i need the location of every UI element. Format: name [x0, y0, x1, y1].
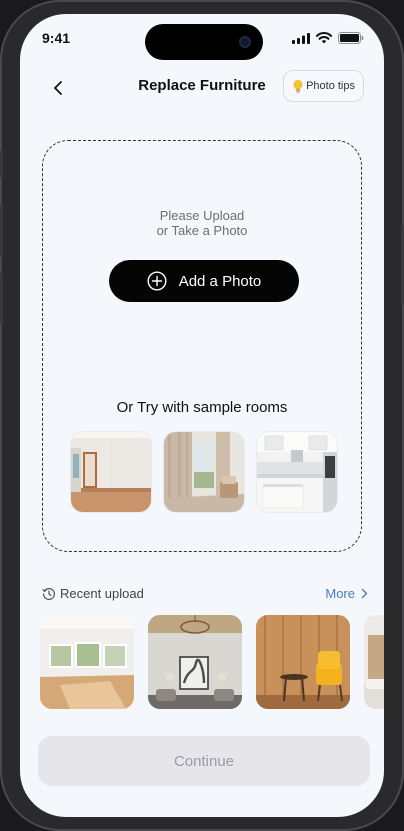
sample-room-empty[interactable]	[71, 432, 151, 512]
sample-rooms-list	[71, 432, 337, 512]
mute-switch	[0, 150, 3, 178]
add-photo-label: Add a Photo	[178, 272, 262, 290]
volume-up-button	[0, 205, 3, 257]
upload-prompt: Please Upload or Take a Photo	[43, 208, 361, 238]
status-icons	[292, 32, 364, 44]
sample-rooms-heading: Or Try with sample rooms	[116, 399, 288, 416]
recent-upload-label: Recent upload	[60, 586, 144, 601]
room-image	[364, 615, 384, 709]
lightbulb-icon	[293, 79, 303, 93]
dynamic-island	[145, 24, 263, 60]
wifi-icon	[316, 32, 332, 44]
kitchen-image	[257, 432, 337, 512]
plus-circle-icon	[147, 271, 167, 291]
status-time: 9:41	[42, 30, 71, 46]
more-label: More	[325, 586, 355, 601]
recent-upload-item[interactable]	[40, 615, 134, 709]
photo-tips-label: Photo tips	[306, 80, 355, 92]
battery-icon	[338, 32, 364, 44]
add-photo-button[interactable]: Add a Photo	[109, 260, 299, 302]
recent-upload-list	[40, 615, 384, 709]
recent-upload-item[interactable]	[148, 615, 242, 709]
sample-room-kitchen[interactable]	[257, 432, 337, 512]
chevron-right-icon	[361, 588, 368, 599]
volume-down-button	[0, 272, 3, 324]
recent-upload-item[interactable]	[364, 615, 384, 709]
sunlit-room-image	[40, 615, 134, 709]
camera-icon	[239, 36, 251, 48]
armchair-room-image	[256, 615, 350, 709]
continue-button[interactable]: Continue	[38, 736, 370, 786]
recent-upload-header: Recent upload	[42, 586, 144, 601]
sample-room-living[interactable]	[164, 432, 244, 512]
empty-room-image	[71, 432, 151, 512]
upload-area[interactable]: Please Upload or Take a Photo Add a Phot…	[42, 140, 362, 552]
cellular-signal-icon	[292, 32, 310, 44]
living-room-image	[164, 432, 244, 512]
more-link[interactable]: More	[325, 586, 368, 601]
recent-upload-item[interactable]	[256, 615, 350, 709]
lounge-room-image	[148, 615, 242, 709]
photo-tips-button[interactable]: Photo tips	[283, 70, 364, 102]
history-icon	[42, 587, 55, 600]
upload-prompt-line2: or Take a Photo	[156, 223, 248, 238]
screen: 9:41 Replace Furniture Photo tips Please…	[20, 14, 384, 817]
upload-prompt-line1: Please Upload	[159, 208, 245, 223]
